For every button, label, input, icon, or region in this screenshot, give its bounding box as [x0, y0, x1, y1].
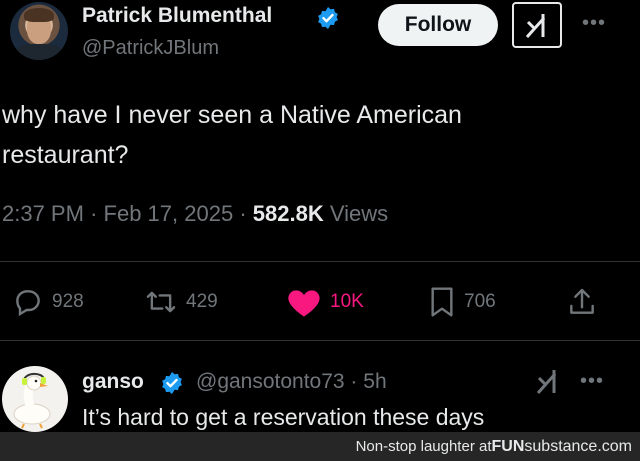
repost-icon — [146, 291, 176, 313]
footer-caption: Non-stop laughter at — [355, 438, 492, 455]
footer-brand-bold[interactable]: FUN — [492, 438, 525, 456]
separator: · — [239, 201, 247, 226]
reply-text: It’s hard to get a reservation these day… — [82, 404, 485, 430]
tweet-text-line-2: restaurant? — [2, 141, 129, 169]
tweet-date[interactable]: Feb 17, 2025 — [104, 201, 234, 226]
like-count: 10K — [330, 291, 364, 312]
watermark-footer: Non-stop laughter at FUN substance.com — [0, 432, 640, 461]
reply-tweet[interactable]: ganso @gansotonto73 · 5h ••• It’s hard t… — [0, 358, 640, 432]
views-label: Views — [329, 201, 389, 226]
divider-bottom — [0, 340, 640, 341]
heart-filled-icon — [288, 290, 320, 317]
author-handle[interactable]: @PatrickJBlum — [82, 37, 219, 60]
bookmark-icon — [431, 287, 453, 317]
tweet-meta: 2:37 PM · Feb 17, 2025 · 582.8K Views — [2, 201, 388, 227]
more-options-icon[interactable]: ••• — [582, 12, 606, 35]
reply-more-options-icon[interactable]: ••• — [580, 370, 604, 393]
like-button[interactable]: 10K — [286, 286, 364, 318]
follow-button[interactable]: Follow — [378, 4, 498, 46]
reply-author-avatar[interactable] — [2, 366, 68, 432]
author-avatar[interactable] — [10, 2, 68, 60]
main-tweet: Patrick Blumenthal @PatrickJBlum Follow … — [0, 0, 640, 341]
share-button[interactable] — [566, 286, 606, 318]
goose-avatar-icon — [13, 372, 51, 429]
reply-author-name[interactable]: ganso — [82, 370, 144, 394]
reply-handle-time[interactable]: @gansotonto73 · 5h — [196, 370, 387, 394]
verified-badge-icon — [162, 372, 182, 394]
views-count: 582.8K — [252, 201, 324, 226]
tweet-text: why have I never seen a Native American … — [2, 95, 602, 175]
tweet-text-line-1: why have I never seen a Native American — [2, 101, 462, 129]
bookmark-count: 706 — [464, 291, 496, 312]
bookmark-button[interactable]: 706 — [428, 286, 496, 318]
repost-button[interactable]: 429 — [144, 286, 218, 318]
share-icon — [570, 288, 594, 314]
reply-count: 928 — [52, 291, 84, 312]
footer-brand-rest[interactable]: substance.com — [524, 438, 632, 456]
separator: · — [90, 201, 98, 226]
repost-count: 429 — [186, 291, 218, 312]
divider-top — [0, 261, 640, 262]
author-name[interactable]: Patrick Blumenthal — [82, 4, 272, 28]
reply-icon — [16, 290, 40, 317]
tweet-time[interactable]: 2:37 PM — [2, 201, 84, 226]
reply-button[interactable]: 928 — [12, 286, 84, 318]
grok-icon[interactable] — [532, 366, 564, 396]
grok-button[interactable] — [512, 2, 562, 48]
grok-icon — [525, 14, 546, 39]
verified-badge-icon — [318, 7, 338, 29]
